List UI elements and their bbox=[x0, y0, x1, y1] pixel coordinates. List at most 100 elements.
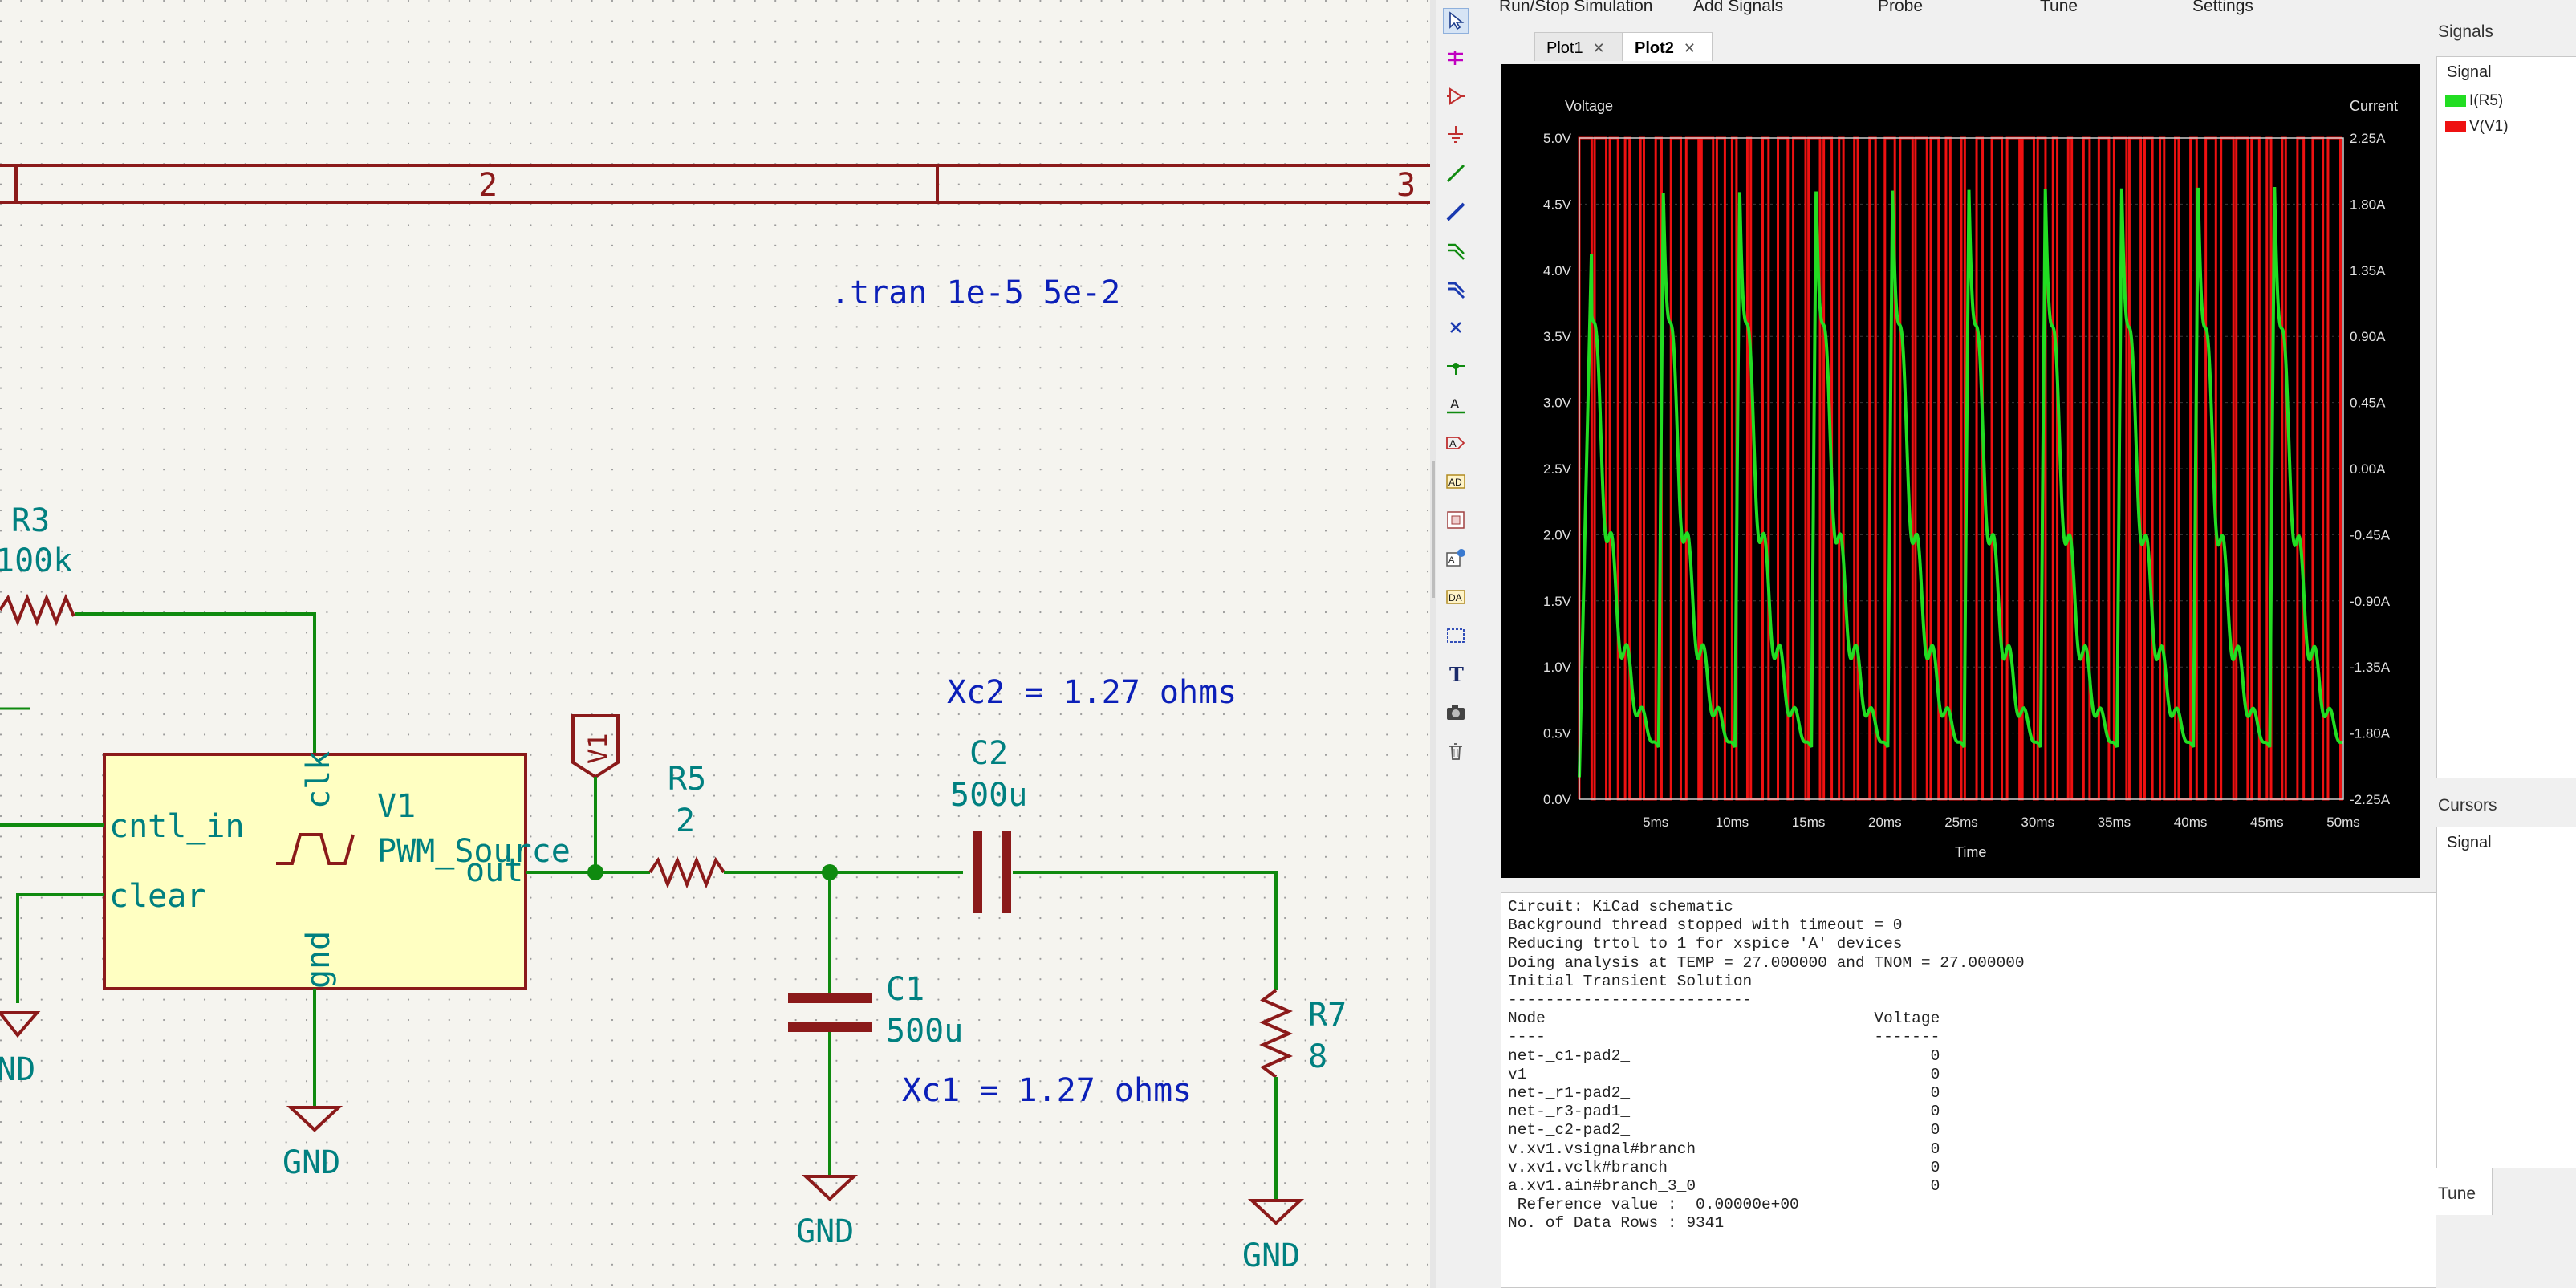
bus-entry-icon bbox=[1448, 51, 1463, 65]
net-label-tool-button[interactable]: A bbox=[1443, 392, 1469, 417]
v1-pin-cntl-in: cntl_in bbox=[109, 808, 245, 845]
junction-icon bbox=[1447, 363, 1465, 375]
tab-plot2-close-icon[interactable]: ✕ bbox=[1684, 40, 1696, 56]
bus-entry-tool-button[interactable] bbox=[1443, 45, 1469, 71]
x-tick-label: 35ms bbox=[2098, 815, 2131, 830]
signal-name-ir5: I(R5) bbox=[2469, 92, 2504, 109]
image-icon bbox=[1447, 705, 1465, 720]
sheet-pin-icon: DA bbox=[1446, 590, 1465, 604]
y-left-tick-label: 0.0V bbox=[1543, 792, 1572, 807]
y-right-tick-label: -2.25A bbox=[2350, 792, 2391, 807]
hierarchical-sheet-tool-button[interactable] bbox=[1443, 507, 1469, 533]
svg-text:A: A bbox=[1449, 437, 1457, 449]
delete-tool-button[interactable] bbox=[1443, 738, 1469, 764]
y-right-tick-label: 0.45A bbox=[2350, 396, 2386, 411]
cursors-list[interactable]: Signal bbox=[2436, 827, 2576, 1168]
cursors-column-header: Signal bbox=[2447, 834, 2492, 851]
import-sheet-pin-tool-button[interactable]: A bbox=[1443, 546, 1469, 571]
xc2-note: Xc2 = 1.27 ohms bbox=[947, 674, 1237, 711]
waveform-plot[interactable]: 0.0V 0.5V 1.0V 1.5V 2.0V 2.5V 3.0V 3.5V 4.0V 4.5V… bbox=[1501, 64, 2420, 878]
tab-plot2-label: Plot2 bbox=[1635, 39, 1674, 57]
signal-name-vv1: V(V1) bbox=[2469, 118, 2509, 135]
junction-tool-button[interactable] bbox=[1443, 353, 1469, 379]
v1-value: PWM_Source bbox=[377, 833, 571, 870]
menu-settings[interactable]: Settings bbox=[2192, 0, 2253, 16]
image-tool-button[interactable] bbox=[1443, 700, 1469, 725]
c1-ref: C1 bbox=[886, 971, 924, 1008]
bus-to-bus-entry-tool-button[interactable] bbox=[1443, 276, 1469, 302]
gnd-label-c1: GND bbox=[796, 1213, 854, 1250]
power-port-tool-button[interactable] bbox=[1443, 122, 1469, 148]
side-panel: Signals Signal I(R5) V(V1) Cursors Signa… bbox=[2428, 0, 2576, 1288]
y-left-tick-label: 3.5V bbox=[1543, 329, 1572, 344]
add-symbol-tool-button[interactable] bbox=[1443, 83, 1469, 109]
text-tool-button[interactable]: T bbox=[1443, 661, 1469, 687]
schematic-grid bbox=[0, 0, 1430, 1288]
y-right-axis-label: Current bbox=[2350, 98, 2398, 114]
y-right-tick-label: -0.90A bbox=[2350, 594, 2391, 609]
global-label-icon: A bbox=[1446, 437, 1465, 449]
menu-probe[interactable]: Probe bbox=[1878, 0, 1923, 16]
line-icon bbox=[1447, 628, 1465, 643]
y-left-tick-label: 1.0V bbox=[1543, 660, 1572, 675]
r7-ref: R7 bbox=[1308, 997, 1347, 1034]
tran-directive[interactable]: .tran 1e-5 5e-2 bbox=[831, 274, 1120, 311]
global-label-tool-button[interactable]: A bbox=[1443, 430, 1469, 456]
c2-ref: C2 bbox=[969, 735, 1008, 772]
console-output: Circuit: KiCad schematic Background thre… bbox=[1508, 898, 2025, 1233]
svg-text:T: T bbox=[1449, 664, 1464, 685]
power-port-icon bbox=[1448, 126, 1463, 143]
no-connect-tool-button[interactable] bbox=[1443, 315, 1469, 340]
tab-plot1[interactable]: Plot1 ✕ bbox=[1534, 32, 1623, 61]
tab-plot1-close-icon[interactable]: ✕ bbox=[1593, 40, 1605, 56]
v1-pin-gnd: gnd bbox=[300, 931, 337, 989]
menu-add-signals[interactable]: Add Signals bbox=[1693, 0, 1783, 16]
y-right-tick-label: 0.90A bbox=[2350, 329, 2386, 344]
simulator-panel: Run/Stop Simulation Add Signals Probe Tu… bbox=[1436, 0, 2576, 1288]
wire-to-bus-entry-tool-button[interactable] bbox=[1443, 238, 1469, 263]
c1-value: 500u bbox=[886, 1013, 963, 1050]
x-tick-label: 50ms bbox=[2326, 815, 2360, 830]
junction-out bbox=[587, 864, 603, 880]
xc1-note: Xc1 = 1.27 ohms bbox=[902, 1072, 1192, 1109]
import-sheet-pin-icon: A bbox=[1446, 549, 1465, 567]
tab-plot2[interactable]: Plot2 ✕ bbox=[1623, 32, 1713, 61]
y-left-axis-label: Voltage bbox=[1565, 98, 1613, 114]
menu-tune[interactable]: Tune bbox=[2040, 0, 2078, 16]
panel-splitter[interactable] bbox=[1430, 0, 1436, 1288]
x-tick-label: 10ms bbox=[1716, 815, 1749, 830]
y-left-tick-label: 4.0V bbox=[1543, 263, 1572, 278]
schematic-canvas[interactable]: 2 3 .tran 1e-5 5e-2 R3 100k cntl_in clea… bbox=[0, 0, 1430, 1288]
y-right-tick-label: -1.35A bbox=[2350, 660, 2391, 675]
y-left-tick-label: 1.5V bbox=[1543, 594, 1572, 609]
wire-to-bus-entry-icon bbox=[1448, 243, 1465, 260]
scrollbar-thumb[interactable] bbox=[1432, 461, 1435, 598]
bus-tool-button[interactable] bbox=[1443, 199, 1469, 225]
v1-pin-clk: clk bbox=[300, 751, 337, 809]
schematic-toolbar: A A AD A DA T bbox=[1436, 0, 1475, 786]
add-symbol-icon bbox=[1447, 87, 1465, 105]
signals-list[interactable]: Signal I(R5) V(V1) bbox=[2436, 56, 2576, 778]
wire-tool-button[interactable] bbox=[1443, 160, 1469, 186]
signal-item-ir5[interactable]: I(R5) bbox=[2445, 92, 2503, 110]
y-right-tick-label: -0.45A bbox=[2350, 527, 2391, 542]
pointer-tool-button[interactable] bbox=[1443, 8, 1469, 34]
r5-value: 2 bbox=[676, 802, 695, 839]
signal-item-vv1[interactable]: V(V1) bbox=[2445, 118, 2509, 136]
menu-run-stop-simulation[interactable]: Run/Stop Simulation bbox=[1499, 0, 1652, 16]
sheet-column-2: 2 bbox=[478, 167, 498, 204]
delete-icon bbox=[1449, 743, 1462, 760]
tune-area[interactable] bbox=[2436, 1215, 2576, 1288]
bus-to-bus-entry-icon bbox=[1448, 282, 1465, 299]
y-left-tick-label: 5.0V bbox=[1543, 131, 1572, 146]
rectangle-select-tool-button[interactable] bbox=[1443, 623, 1469, 648]
x-tick-label: 15ms bbox=[1792, 815, 1826, 830]
simulator-menubar: Run/Stop Simulation Add Signals Probe Tu… bbox=[1436, 0, 2424, 18]
plot-canvas[interactable]: 0.0V 0.5V 1.0V 1.5V 2.0V 2.5V 3.0V 3.5V 4.0V 4.5V… bbox=[1501, 64, 2420, 878]
hierarchical-label-tool-button[interactable]: AD bbox=[1443, 469, 1469, 494]
x-tick-label: 40ms bbox=[2174, 815, 2208, 830]
svg-text:A: A bbox=[1450, 396, 1460, 412]
r3-value: 100k bbox=[0, 542, 72, 579]
simulation-console[interactable]: Circuit: KiCad schematic Background thre… bbox=[1501, 892, 2493, 1288]
sheet-pin-tool-button[interactable]: DA bbox=[1443, 584, 1469, 610]
